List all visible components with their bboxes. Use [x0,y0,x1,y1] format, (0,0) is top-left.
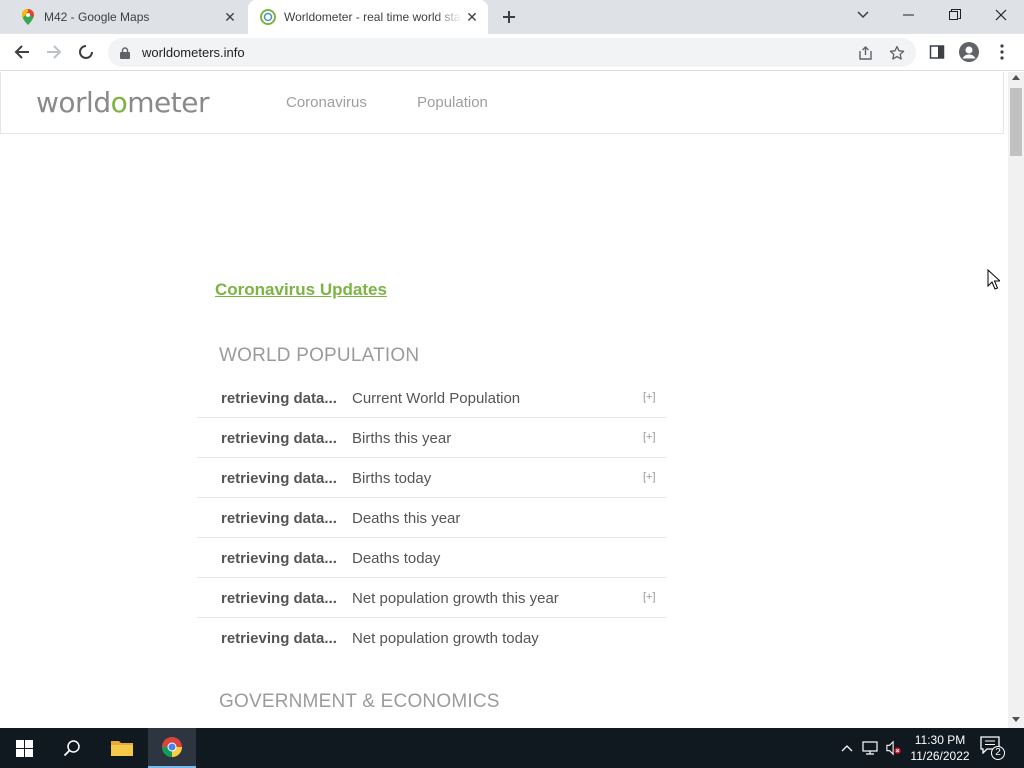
url-text[interactable]: worldometers.info [142,45,245,60]
chrome-taskbar-icon[interactable] [148,728,196,768]
close-window-button[interactable] [978,0,1024,30]
page-scrollbar[interactable] [1008,72,1024,728]
profile-avatar[interactable] [955,38,983,66]
browser-toolbar: worldometers.info [0,34,1024,71]
lock-icon[interactable] [120,46,130,64]
chevron-up-icon[interactable] [839,740,855,756]
windows-taskbar: 11:30 PM 11/26/2022 2 [0,728,1024,768]
windows-start-icon[interactable] [0,728,48,768]
scroll-up-arrow-icon[interactable] [1012,75,1020,80]
notification-count-badge: 2 [991,746,1005,760]
counter-label: Current World Population [352,390,521,407]
address-bar[interactable]: worldometers.info [108,38,916,67]
tab-title: M42 - Google Maps [44,10,150,24]
tab-google-maps[interactable]: M42 - Google Maps ✕ [8,0,246,34]
clock-date: 11/26/2022 [910,749,970,763]
chrome-menu-icon[interactable] [988,38,1016,66]
counter-label: Net population growth today [352,630,539,647]
site-header: worldometer Coronavirus Population [0,72,1004,134]
new-tab-button[interactable] [497,5,521,29]
action-center-icon[interactable]: 2 [980,736,1005,760]
tab-title: Worldometer - real time world statistics [284,10,462,24]
counter-row: retrieving data... Net population growth… [197,618,666,658]
counter-label: Births this year [352,430,452,447]
counter-row: retrieving data... Net population growth… [197,578,666,618]
counter-value: retrieving data... [221,590,337,607]
counter-label: Births today [352,470,432,487]
web-page: worldometer Coronavirus Population Coron… [0,72,1008,728]
tab-search-icon[interactable] [840,0,886,30]
tab-worldometer[interactable]: Worldometer - real time world statistics… [248,0,488,34]
expand-toggle[interactable]: [+] [643,431,656,443]
section-title-government-economics: GOVERNMENT & ECONOMICS [219,691,500,712]
restore-button[interactable] [932,0,978,30]
counter-row: retrieving data... Deaths this year [197,498,666,538]
file-explorer-icon[interactable] [98,728,146,768]
counter-label: Deaths this year [352,510,461,527]
expand-toggle[interactable]: [+] [643,591,656,603]
counter-label: Net population growth this year [352,590,559,607]
expand-toggle[interactable]: [+] [643,391,656,403]
close-tab-icon[interactable]: ✕ [220,7,240,27]
share-icon[interactable] [856,43,876,63]
side-panel-icon[interactable] [923,38,951,66]
bookmark-star-icon[interactable] [887,43,907,63]
coronavirus-updates-link[interactable]: Coronavirus Updates [215,280,387,300]
worldometer-logo[interactable]: worldometer [36,86,209,119]
nav-population[interactable]: Population [417,94,488,111]
system-clock[interactable]: 11:30 PM 11/26/2022 [905,732,975,764]
counter-value: retrieving data... [221,550,337,567]
section-title-world-population: WORLD POPULATION [219,345,420,366]
counter-row: retrieving data... Current World Populat… [197,378,666,418]
forward-button[interactable] [40,38,68,66]
scroll-down-arrow-icon[interactable] [1012,717,1020,722]
mouse-cursor-icon [987,268,1002,295]
minimize-button[interactable] [886,0,932,30]
scroll-thumb[interactable] [1010,88,1022,156]
counter-value: retrieving data... [221,470,337,487]
worldometer-globe-icon [260,9,276,25]
counter-row: retrieving data... Deaths today [197,538,666,578]
counter-value: retrieving data... [221,390,337,407]
tab-strip: M42 - Google Maps ✕ Worldometer - real t… [0,0,1024,34]
back-button[interactable] [8,38,36,66]
counter-value: retrieving data... [221,630,337,647]
expand-toggle[interactable]: [+] [643,471,656,483]
volume-muted-icon[interactable] [886,740,902,756]
population-counters: retrieving data... Current World Populat… [197,378,666,658]
counter-value: retrieving data... [221,430,337,447]
stop-loading-button[interactable] [72,38,100,66]
counter-row: retrieving data... Births today [+] [197,458,666,498]
google-maps-pin-icon [20,9,36,25]
close-tab-icon[interactable]: ✕ [462,7,482,27]
clock-time: 11:30 PM [914,733,966,747]
counter-value: retrieving data... [221,510,337,527]
counter-label: Deaths today [352,550,441,567]
search-icon[interactable] [48,728,96,768]
nav-coronavirus[interactable]: Coronavirus [286,94,367,111]
network-icon[interactable] [862,740,878,756]
counter-row: retrieving data... Births this year [+] [197,418,666,458]
